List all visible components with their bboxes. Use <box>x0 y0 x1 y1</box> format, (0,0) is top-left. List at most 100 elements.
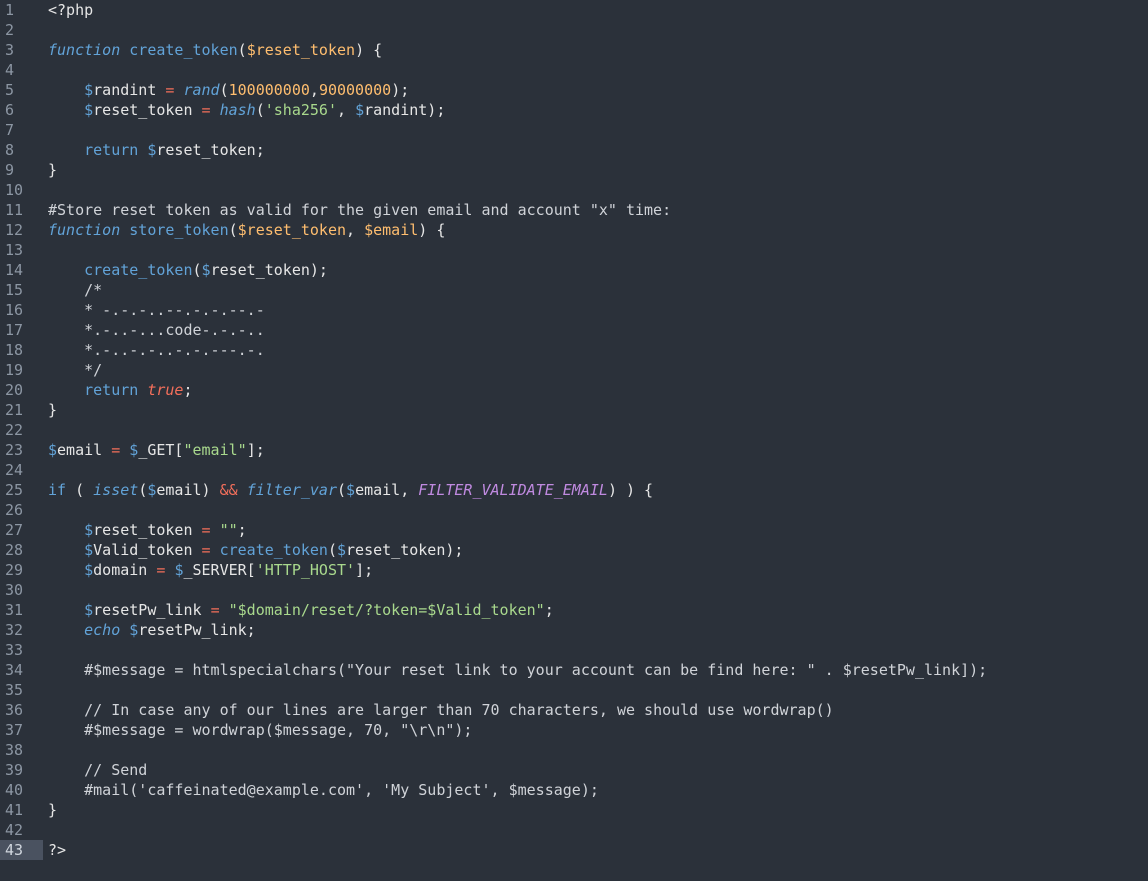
code-line[interactable]: 27 $reset_token = ""; <box>0 520 1148 540</box>
code-line[interactable]: 22 <box>0 420 1148 440</box>
code-line[interactable]: 5 $randint = rand(100000000,90000000); <box>0 80 1148 100</box>
line-number: 40 <box>5 781 24 799</box>
line-number: 15 <box>5 281 24 299</box>
code-token: * -.-.-..--.-.-.--.- <box>84 301 265 319</box>
code-token: function <box>48 221 121 239</box>
code-line[interactable]: 11 #Store reset token as valid for the gi… <box>0 200 1148 220</box>
code-token: $ <box>84 561 94 579</box>
code-line[interactable]: 41} <box>0 800 1148 820</box>
code-token: $ <box>84 101 94 119</box>
code-line[interactable]: 32 echo $resetPw_link; <box>0 620 1148 640</box>
code-text: // Send <box>48 760 147 780</box>
code-line[interactable]: 9} <box>0 160 1148 180</box>
code-line[interactable]: 20 return true; <box>0 380 1148 400</box>
line-number: 17 <box>5 321 24 339</box>
code-token: ]; <box>246 441 265 459</box>
code-token: create_token <box>129 41 238 59</box>
code-token: } <box>48 401 58 419</box>
code-line[interactable]: 26 <box>0 500 1148 520</box>
code-line[interactable]: 30 <box>0 580 1148 600</box>
code-line[interactable]: 10 <box>0 180 1148 200</box>
code-line[interactable]: 19 */ <box>0 360 1148 380</box>
line-number: 31 <box>5 601 24 619</box>
code-line[interactable]: 8 return $reset_token; <box>0 140 1148 160</box>
code-line[interactable]: 42 <box>0 820 1148 840</box>
code-line[interactable]: 16 * -.-.-..--.-.-.--.- <box>0 300 1148 320</box>
code-text: echo $resetPw_link; <box>48 620 256 640</box>
code-text: #Store reset token as valid for the give… <box>48 200 671 220</box>
code-token: ) ) { <box>607 481 654 499</box>
code-token: create_token <box>84 261 193 279</box>
line-number: 10 <box>5 181 24 199</box>
code-text: *.-..-.-..-.-.---.-. <box>48 340 265 360</box>
line-number: 34 <box>5 661 24 679</box>
code-text: if ( isset($email) && filter_var($email,… <box>48 480 653 500</box>
code-line[interactable]: 14 create_token($reset_token); <box>0 260 1148 280</box>
code-line[interactable]: 34 #$message = htmlspecialchars("Your re… <box>0 660 1148 680</box>
code-line[interactable]: 35 <box>0 680 1148 700</box>
code-line[interactable]: 33 <box>0 640 1148 660</box>
code-token: echo <box>84 621 121 639</box>
code-line[interactable]: 38 <box>0 740 1148 760</box>
code-token: ( <box>327 541 337 559</box>
line-number: 9 <box>5 161 15 179</box>
code-token: , <box>337 101 356 119</box>
code-text: $Valid_token = create_token($reset_token… <box>48 540 463 560</box>
code-token: // In case any of our lines are larger t… <box>84 701 834 719</box>
code-token: domain <box>93 561 157 579</box>
code-token: "" <box>219 521 238 539</box>
line-number: 37 <box>5 721 24 739</box>
code-line[interactable]: 1 <?php <box>0 0 1148 20</box>
code-line[interactable]: 37 #$message = wordwrap($message, 70, "\… <box>0 720 1148 740</box>
code-line[interactable]: 36 // In case any of our lines are large… <box>0 700 1148 720</box>
code-line[interactable]: 17 *.-..-...code-.-.-.. <box>0 320 1148 340</box>
code-token: reset_token); <box>210 261 328 279</box>
code-line[interactable]: 25 if ( isset($email) && filter_var($emai… <box>0 480 1148 500</box>
code-line[interactable]: 2 <box>0 20 1148 40</box>
code-line[interactable]: 18 *.-..-.-..-.-.---.-. <box>0 340 1148 360</box>
code-line[interactable]: 24 <box>0 460 1148 480</box>
code-line[interactable]: 13 <box>0 240 1148 260</box>
code-line[interactable]: 31 $resetPw_link = "$domain/reset/?token… <box>0 600 1148 620</box>
code-line[interactable]: 15 /* <box>0 280 1148 300</box>
code-text: <?php <box>48 0 93 20</box>
code-line[interactable]: 7 <box>0 120 1148 140</box>
code-line[interactable]: 40 #mail('caffeinated@example.com', 'My … <box>0 780 1148 800</box>
code-line[interactable]: 3 function create_token($reset_token) { <box>0 40 1148 60</box>
code-token: ( <box>228 221 238 239</box>
code-line[interactable]: 29 $domain = $_SERVER['HTTP_HOST']; <box>0 560 1148 580</box>
code-token: ( <box>219 81 229 99</box>
code-token: resetPw_link <box>93 601 211 619</box>
code-line[interactable]: 6 $reset_token = hash('sha256', $randint… <box>0 100 1148 120</box>
code-line[interactable]: 28 $Valid_token = create_token($reset_to… <box>0 540 1148 560</box>
code-token: 'sha256' <box>264 101 337 119</box>
line-number: 39 <box>5 761 24 779</box>
code-token: #$message = htmlspecialchars("Your reset… <box>84 661 988 679</box>
code-text: // In case any of our lines are larger t… <box>48 700 834 720</box>
code-token: #mail('caffeinated@example.com', 'My Sub… <box>84 781 599 799</box>
code-token: $ <box>84 601 94 619</box>
code-token: && <box>219 481 238 499</box>
code-line[interactable]: 23 $email = $_GET["email"]; <box>0 440 1148 460</box>
code-line[interactable]: 21} <box>0 400 1148 420</box>
code-token: "$domain/reset/?token=$Valid_token" <box>228 601 545 619</box>
code-token: _GET[ <box>138 441 184 459</box>
code-line[interactable]: 12 function store_token($reset_token, $em… <box>0 220 1148 240</box>
code-token: $ <box>48 441 58 459</box>
code-line[interactable]: 4 <box>0 60 1148 80</box>
code-editor[interactable]: 1 <?php 2 3 function create_token($reset_tok… <box>0 0 1148 881</box>
code-line[interactable]: 39 // Send <box>0 760 1148 780</box>
code-line[interactable]: 43 ?> <box>0 840 1148 860</box>
line-number: 21 <box>5 401 24 419</box>
